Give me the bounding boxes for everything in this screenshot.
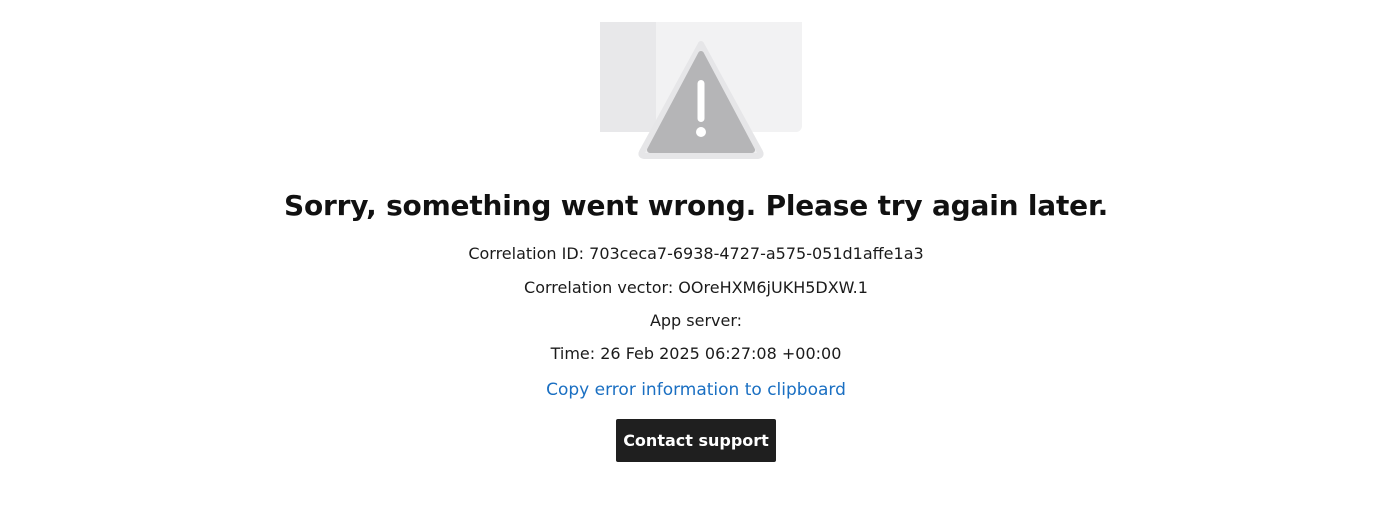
warning-triangle-icon	[600, 16, 802, 159]
error-time: Time: 26 Feb 2025 06:27:08 +00:00	[550, 344, 842, 363]
warning-illustration	[598, 14, 804, 160]
copy-error-info-link[interactable]: Copy error information to clipboard	[546, 380, 846, 400]
error-title: Sorry, something went wrong. Please try …	[283, 189, 1109, 222]
contact-support-button[interactable]: Contact support	[616, 419, 776, 462]
correlation-id: Correlation ID: 703ceca7-6938-4727-a575-…	[468, 244, 924, 263]
error-page: Sorry, something went wrong. Please try …	[0, 0, 1392, 509]
contact-support-row: Contact support	[0, 419, 1392, 462]
correlation-vector: Correlation vector: OOreHXM6jUKH5DXW.1	[524, 278, 868, 297]
app-server: App server:	[649, 311, 743, 330]
copy-error-info-link-row: Copy error information to clipboard	[0, 379, 1392, 401]
